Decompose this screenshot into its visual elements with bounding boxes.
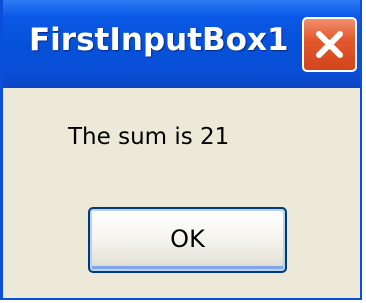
message-dialog: FirstInputBox1 The sum is 21 OK bbox=[0, 0, 362, 300]
title-bar[interactable]: FirstInputBox1 bbox=[3, 0, 360, 88]
close-x-icon bbox=[316, 31, 343, 58]
message-text: The sum is 21 bbox=[68, 124, 230, 150]
close-button[interactable] bbox=[302, 17, 357, 72]
window-title: FirstInputBox1 bbox=[29, 22, 289, 58]
ok-button[interactable]: OK bbox=[88, 207, 287, 273]
